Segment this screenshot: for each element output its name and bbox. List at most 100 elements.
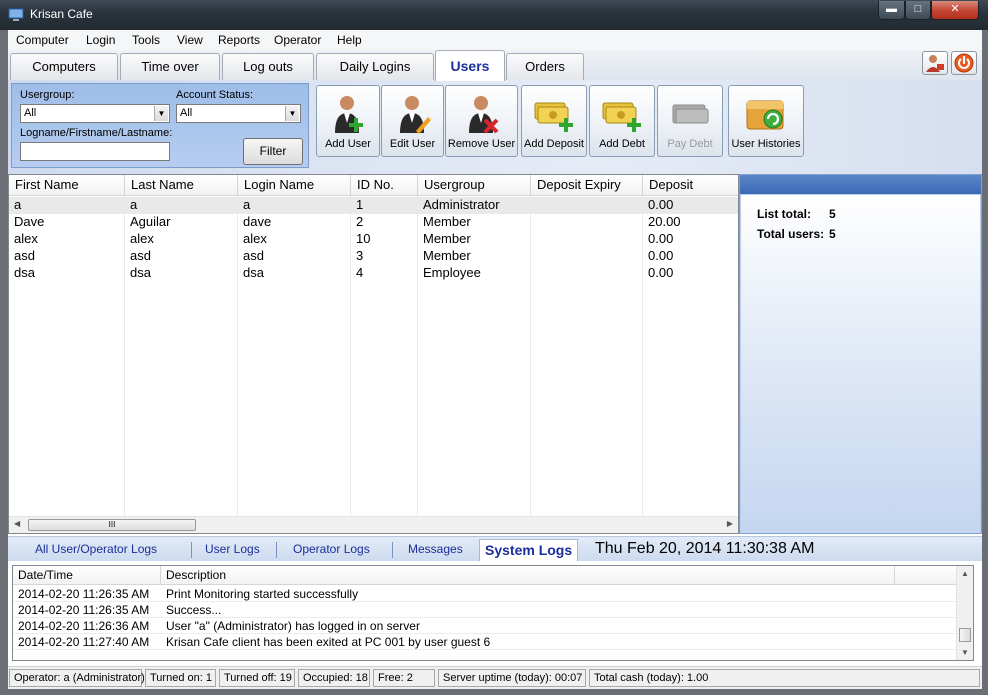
edit-user-icon xyxy=(399,96,431,134)
cell-last-name: alex xyxy=(130,231,154,246)
tab-separator xyxy=(392,542,393,558)
status-server-uptime: Server uptime (today): 00:07 xyxy=(438,669,586,687)
menu-reports[interactable]: Reports xyxy=(218,33,260,47)
tab-messages[interactable]: Messages xyxy=(408,542,463,556)
cell-login-name: a xyxy=(243,197,251,212)
scroll-down-icon[interactable]: ▼ xyxy=(961,648,969,657)
shutdown-button[interactable] xyxy=(951,51,977,75)
log-row[interactable]: 2014-02-20 11:26:35 AM Print Monitoring … xyxy=(13,586,957,602)
scroll-thumb[interactable]: III xyxy=(28,519,196,531)
tab-separator xyxy=(191,542,192,558)
status-free: Free: 2 xyxy=(373,669,435,687)
col-last-name[interactable]: Last Name xyxy=(125,175,238,196)
cell-login-name: dave xyxy=(243,214,272,229)
horizontal-scrollbar[interactable]: ◀ III ▶ xyxy=(9,516,738,533)
maximize-button[interactable]: □ xyxy=(905,1,931,20)
usergroup-value: All xyxy=(24,107,37,119)
cell-first-name: Dave xyxy=(14,214,45,229)
tab-daily-logins[interactable]: Daily Logins xyxy=(316,53,434,80)
cell-usergroup: Member xyxy=(423,214,471,229)
scroll-right-icon[interactable]: ▶ xyxy=(727,519,733,528)
log-table-header: Date/Time Description xyxy=(13,566,957,585)
pay-debt-button[interactable]: Pay Debt xyxy=(657,85,723,157)
log-row[interactable]: 2014-02-20 11:27:40 AM Krisan Cafe clien… xyxy=(13,634,957,650)
cell-login-name: asd xyxy=(243,248,264,263)
user-histories-label: User Histories xyxy=(731,138,801,150)
log-date-time: 2014-02-20 11:26:36 AM xyxy=(18,619,150,633)
scroll-left-icon[interactable]: ◀ xyxy=(14,519,20,528)
table-row[interactable]: Dave Aguilar dave 2 Member 20.00 xyxy=(9,214,738,231)
minimize-button[interactable]: ▬ xyxy=(878,1,905,20)
table-row[interactable]: alex alex alex 10 Member 0.00 xyxy=(9,231,738,248)
tab-user-logs[interactable]: User Logs xyxy=(205,542,260,556)
menu-help[interactable]: Help xyxy=(337,33,362,47)
log-row[interactable]: 2014-02-20 11:26:35 AM Success... xyxy=(13,602,957,618)
add-debt-label: Add Debt xyxy=(599,138,645,150)
title-bar: Krisan Cafe ▬ □ ✕ xyxy=(0,0,988,30)
scroll-up-icon[interactable]: ▲ xyxy=(961,569,969,578)
menu-tools[interactable]: Tools xyxy=(132,33,160,47)
menu-login[interactable]: Login xyxy=(86,33,115,47)
status-turned-on: Turned on: 1 xyxy=(145,669,216,687)
edit-user-label: Edit User xyxy=(389,138,436,150)
tab-computers[interactable]: Computers xyxy=(10,53,118,80)
close-button[interactable]: ✕ xyxy=(931,1,979,20)
tab-orders[interactable]: Orders xyxy=(506,53,584,80)
add-debt-button[interactable]: Add Debt xyxy=(589,85,655,157)
usergroup-select[interactable]: All ▼ xyxy=(20,104,170,123)
tab-all-logs[interactable]: All User/Operator Logs xyxy=(35,542,157,556)
col-description[interactable]: Description xyxy=(161,566,895,585)
account-status-label: Account Status: xyxy=(176,89,254,101)
table-row[interactable]: asd asd asd 3 Member 0.00 xyxy=(9,248,738,265)
window-title: Krisan Cafe xyxy=(30,7,93,21)
pay-debt-icon xyxy=(672,104,709,124)
usergroup-label: Usergroup: xyxy=(20,89,75,101)
menu-view[interactable]: View xyxy=(177,33,203,47)
users-table-header: First Name Last Name Login Name ID No. U… xyxy=(9,175,738,196)
col-usergroup[interactable]: Usergroup xyxy=(418,175,531,196)
add-deposit-label: Add Deposit xyxy=(524,138,584,150)
cell-usergroup: Member xyxy=(423,248,471,263)
menu-operator[interactable]: Operator xyxy=(274,33,321,47)
cell-id-no: 1 xyxy=(356,197,364,212)
col-first-name[interactable]: First Name xyxy=(9,175,125,196)
tab-log-outs[interactable]: Log outs xyxy=(222,53,314,80)
cell-deposit-expiry xyxy=(531,231,536,248)
cell-deposit-expiry xyxy=(531,248,536,265)
col-login-name[interactable]: Login Name xyxy=(238,175,351,196)
table-row[interactable]: dsa dsa dsa 4 Employee 0.00 xyxy=(9,265,738,282)
col-id-no[interactable]: ID No. xyxy=(351,175,418,196)
scroll-thumb[interactable] xyxy=(959,628,971,642)
add-deposit-button[interactable]: Add Deposit xyxy=(521,85,587,157)
main-tabs: Computers Time over Log outs Daily Login… xyxy=(8,50,982,81)
tab-time-over[interactable]: Time over xyxy=(120,53,220,80)
col-deposit[interactable]: Deposit xyxy=(643,175,738,196)
log-row[interactable]: 2014-02-20 11:26:36 AM User "a" (Adminis… xyxy=(13,618,957,634)
name-search-input[interactable] xyxy=(20,142,170,161)
status-bar: Operator: a (Administrator) Turned on: 1… xyxy=(8,666,982,689)
col-deposit-expiry[interactable]: Deposit Expiry xyxy=(531,175,643,196)
add-deposit-icon xyxy=(534,102,573,132)
table-row[interactable]: a a a 1 Administrator 0.00 xyxy=(9,197,738,214)
remove-user-button[interactable]: Remove User xyxy=(445,85,518,157)
edit-user-button[interactable]: Edit User xyxy=(381,85,444,157)
user-histories-button[interactable]: User Histories xyxy=(728,85,804,157)
total-users-label: Total users: xyxy=(757,227,825,241)
tab-operator-logs[interactable]: Operator Logs xyxy=(293,542,370,556)
tab-users[interactable]: Users xyxy=(435,50,505,81)
user-logout-button[interactable] xyxy=(922,51,948,75)
add-user-button[interactable]: Add User xyxy=(316,85,380,157)
system-log-table: Date/Time Description 2014-02-20 11:26:3… xyxy=(12,565,974,661)
col-date-time[interactable]: Date/Time xyxy=(13,566,161,585)
cell-last-name: asd xyxy=(130,248,151,263)
account-status-select[interactable]: All ▼ xyxy=(176,104,301,123)
tab-system-logs[interactable]: System Logs xyxy=(479,539,579,561)
vertical-scrollbar[interactable]: ▲ ▼ xyxy=(956,566,973,660)
pay-debt-label: Pay Debt xyxy=(667,138,713,150)
menu-computer[interactable]: Computer xyxy=(16,33,69,47)
filter-button[interactable]: Filter xyxy=(243,138,303,165)
log-date-time: 2014-02-20 11:27:40 AM xyxy=(18,635,150,649)
status-turned-off: Turned off: 19 xyxy=(219,669,295,687)
total-users-value: 5 xyxy=(829,227,836,241)
chevron-down-icon: ▼ xyxy=(154,106,168,121)
